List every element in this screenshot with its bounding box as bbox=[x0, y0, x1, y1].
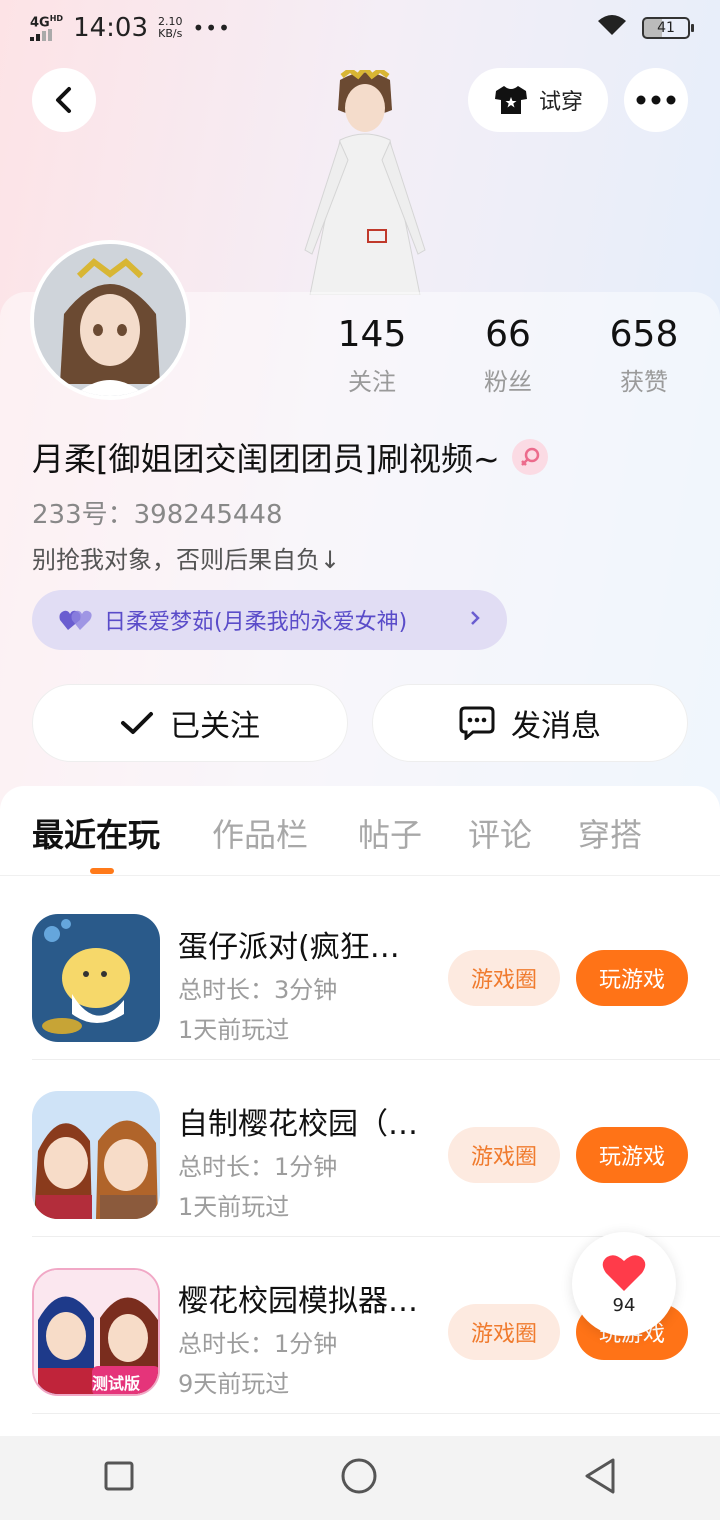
followers-label: 粉丝 bbox=[484, 368, 532, 396]
game-circle-button[interactable]: 游戏圈 bbox=[448, 950, 560, 1006]
tshirt-icon bbox=[494, 86, 527, 114]
avatar-image bbox=[34, 244, 186, 396]
triangle-back-icon bbox=[585, 1458, 615, 1494]
game-circle-button[interactable]: 游戏圈 bbox=[448, 1127, 560, 1183]
signal-bars-icon bbox=[30, 29, 63, 42]
network-speed: 2.10 KB/s bbox=[158, 15, 183, 40]
game-name: 樱花校园模拟器… bbox=[178, 1284, 418, 1319]
tab-works[interactable]: 作品栏 bbox=[212, 810, 308, 856]
tab-recently-played[interactable]: 最近在玩 bbox=[32, 810, 160, 856]
female-icon bbox=[511, 439, 548, 475]
game-icon-sakura-simulator: 测试版 bbox=[32, 1268, 160, 1396]
more-dots-icon bbox=[636, 95, 676, 105]
play-game-button[interactable]: 玩游戏 bbox=[576, 950, 688, 1006]
following-label: 关注 bbox=[348, 368, 396, 396]
checkmark-icon bbox=[121, 712, 153, 734]
active-tab-indicator bbox=[90, 868, 114, 874]
game-icon-eggy-party bbox=[32, 914, 160, 1042]
chevron-right-icon bbox=[469, 608, 481, 633]
beta-badge: 测试版 bbox=[92, 1374, 141, 1393]
send-message-label: 发消息 bbox=[511, 709, 601, 744]
username-text: 月柔[御姐团交闺团团员]刷视频~ bbox=[32, 440, 500, 478]
character-figure-image bbox=[304, 70, 426, 295]
more-options-button[interactable] bbox=[624, 68, 688, 132]
wifi-icon bbox=[596, 13, 628, 44]
like-button[interactable]: 94 bbox=[572, 1232, 676, 1336]
last-played: 1天前玩过 bbox=[178, 1193, 290, 1221]
system-navigation-bar bbox=[0, 1436, 720, 1520]
couple-tag-button[interactable]: 日柔爱梦茹(月柔我的永爱女神) bbox=[32, 590, 507, 650]
chevron-left-icon bbox=[56, 87, 71, 113]
play-duration: 总时长：3分钟 bbox=[178, 976, 338, 1004]
game-circle-button[interactable]: 游戏圈 bbox=[448, 1304, 560, 1360]
followed-label: 已关注 bbox=[170, 709, 260, 744]
game-name: 蛋仔派对(疯狂… bbox=[178, 930, 400, 965]
user-bio: 别抢我对象，否则后果自负↓ bbox=[32, 546, 341, 574]
more-notifications-icon: ••• bbox=[192, 16, 231, 40]
send-message-button[interactable]: 发消息 bbox=[372, 684, 688, 762]
back-button[interactable] bbox=[32, 68, 96, 132]
play-game-button[interactable]: 玩游戏 bbox=[576, 1127, 688, 1183]
heart-icon bbox=[602, 1254, 646, 1291]
play-duration: 总时长：1分钟 bbox=[178, 1153, 338, 1181]
double-heart-icon bbox=[59, 610, 92, 630]
username: 月柔[御姐团交闺团团员]刷视频~ bbox=[32, 434, 548, 480]
content-panel: 最近在玩 作品栏 帖子 评论 穿搭 蛋仔派对(疯狂… 总时长：3分钟 1天前玩过… bbox=[0, 786, 720, 1436]
battery-icon: 41 bbox=[642, 17, 694, 39]
followers-count: 66 bbox=[485, 314, 531, 355]
avatar[interactable] bbox=[30, 240, 190, 400]
status-bar: 4GHD 14:03 2.10 KB/s ••• 41 bbox=[0, 0, 720, 56]
clock: 14:03 bbox=[73, 13, 148, 43]
profile-tabs: 最近在玩 作品栏 帖子 评论 穿搭 bbox=[0, 786, 720, 876]
last-played: 9天前玩过 bbox=[178, 1370, 290, 1398]
try-on-button[interactable]: 试穿 bbox=[468, 68, 608, 132]
play-duration: 总时长：1分钟 bbox=[178, 1330, 338, 1358]
square-icon bbox=[104, 1461, 134, 1491]
tab-posts[interactable]: 帖子 bbox=[358, 810, 422, 856]
couple-tag-label: 日柔爱梦茹(月柔我的永爱女神) bbox=[104, 610, 408, 635]
back-nav-button[interactable] bbox=[583, 1457, 617, 1499]
tab-comments[interactable]: 评论 bbox=[468, 810, 532, 856]
like-count: 94 bbox=[612, 1294, 636, 1316]
stat-followers[interactable]: 66 粉丝 bbox=[448, 312, 568, 397]
circle-icon bbox=[341, 1458, 377, 1494]
home-button[interactable] bbox=[340, 1457, 378, 1499]
game-row[interactable]: 蛋仔派对(疯狂… 总时长：3分钟 1天前玩过 游戏圈 玩游戏 bbox=[32, 884, 720, 1060]
game-name: 自制樱花校园（… bbox=[178, 1107, 418, 1142]
likes-label: 获赞 bbox=[620, 368, 668, 396]
user-id: 233号：398245448 bbox=[32, 500, 283, 530]
recent-apps-button[interactable] bbox=[103, 1460, 135, 1496]
last-played: 1天前玩过 bbox=[178, 1016, 290, 1044]
chat-bubble-icon bbox=[459, 706, 495, 740]
game-icon-sakura-school bbox=[32, 1091, 160, 1219]
game-row[interactable]: 自制樱花校园（… 总时长：1分钟 1天前玩过 游戏圈 玩游戏 bbox=[32, 1061, 720, 1237]
following-count: 145 bbox=[337, 314, 407, 355]
tab-outfits[interactable]: 穿搭 bbox=[578, 810, 642, 856]
signal-indicator: 4GHD bbox=[30, 14, 63, 42]
try-on-label: 试穿 bbox=[538, 90, 583, 115]
followed-button[interactable]: 已关注 bbox=[32, 684, 348, 762]
stat-following[interactable]: 145 关注 bbox=[312, 312, 432, 397]
likes-count: 658 bbox=[609, 314, 679, 355]
stat-likes[interactable]: 658 获赞 bbox=[584, 312, 704, 397]
